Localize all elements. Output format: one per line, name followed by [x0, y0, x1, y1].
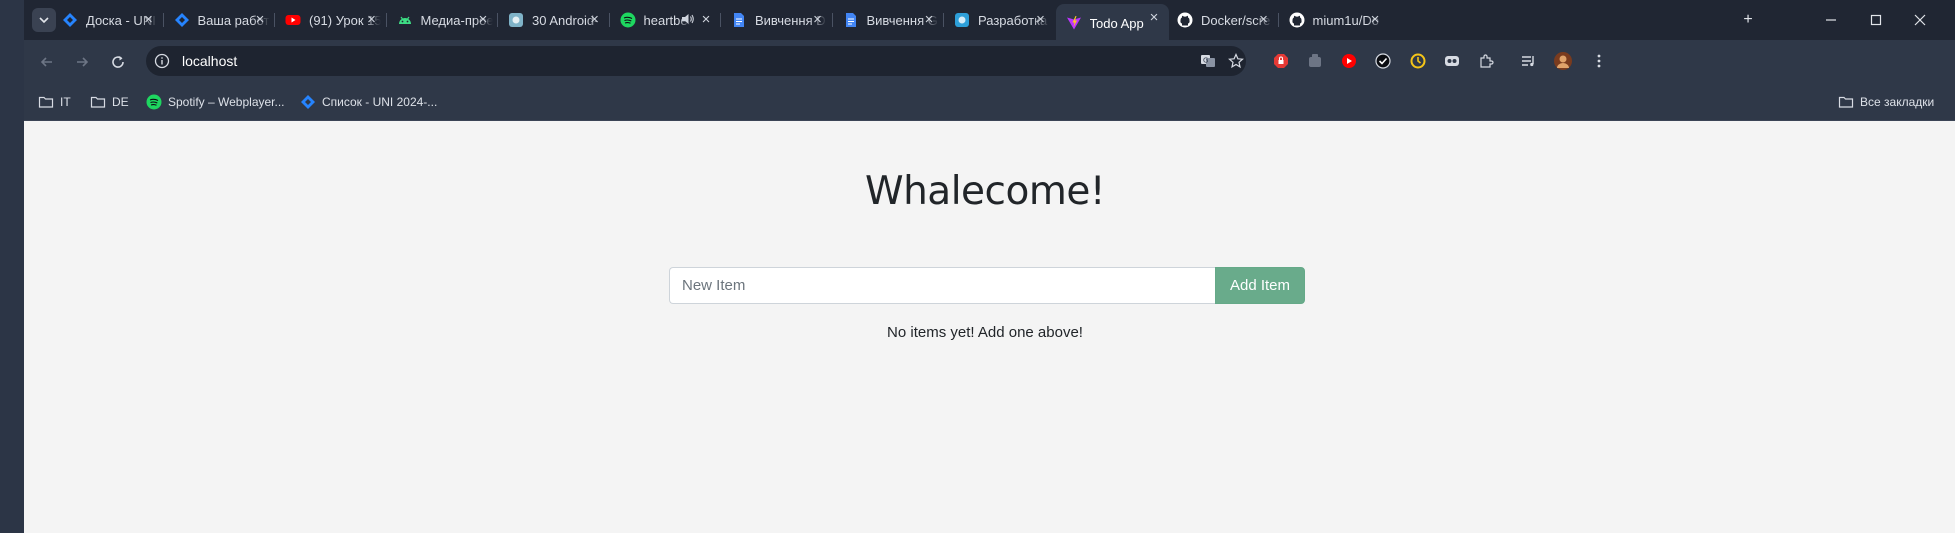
jira-icon	[174, 13, 189, 27]
browser-tab[interactable]: Вивчення G ×	[833, 6, 945, 34]
new-item-input[interactable]	[669, 267, 1215, 304]
timer-extension-icon[interactable]	[1409, 52, 1427, 70]
browser-toolbar: localhost G	[24, 40, 1955, 84]
minimize-button[interactable]	[1819, 8, 1843, 32]
chevron-down-icon	[39, 17, 49, 24]
vite-icon	[1066, 16, 1081, 30]
browser-tab[interactable]: mium1u/Do ×	[1279, 6, 1391, 34]
desktop-edge	[0, 0, 24, 533]
incognito-extension-icon[interactable]	[1443, 52, 1461, 70]
maximize-icon	[1870, 14, 1882, 26]
close-tab-icon[interactable]: ×	[588, 12, 602, 27]
browser-tab[interactable]: Вивчення D ×	[721, 6, 833, 34]
close-tab-icon[interactable]: ×	[1368, 12, 1382, 27]
close-tab-icon[interactable]: ×	[699, 12, 713, 27]
browser-tab[interactable]: Медиа-прое ×	[387, 6, 499, 34]
close-tab-icon[interactable]: ×	[476, 12, 490, 27]
jira-icon	[63, 13, 77, 27]
bookmark-jira-list[interactable]: Список - UNI 2024-...	[300, 92, 437, 112]
close-tab-icon[interactable]: ×	[142, 12, 156, 27]
bookmark-label: Spotify – Webplayer...	[168, 95, 285, 109]
forward-button[interactable]	[70, 50, 94, 74]
bookmark-spotify[interactable]: Spotify – Webplayer...	[146, 92, 285, 112]
close-tab-icon[interactable]: ×	[922, 12, 936, 27]
arrow-right-icon	[77, 57, 89, 67]
bookmark-folder-it[interactable]: IT	[38, 92, 71, 112]
browser-tab[interactable]: Доска - UNI ×	[52, 6, 164, 34]
page-content: Whalecome! Add Item No items yet! Add on…	[24, 121, 1955, 533]
jira-icon	[301, 95, 315, 109]
browser-tab[interactable]: Ваша работа ×	[164, 6, 276, 34]
browser-tab[interactable]: 30 Android- ×	[498, 6, 610, 34]
maximize-button[interactable]	[1864, 8, 1888, 32]
youtube-icon	[285, 15, 301, 25]
all-bookmarks-label: Все закладки	[1860, 95, 1935, 109]
check-circle-icon[interactable]	[1374, 52, 1392, 70]
folder-icon	[1838, 96, 1854, 108]
close-tab-icon[interactable]: ×	[1257, 12, 1271, 27]
docs-icon	[734, 13, 744, 27]
svg-text:G: G	[1203, 57, 1208, 65]
tab-strip: Доска - UNI × Ваша работа × (91) Урок 15 × Мед…	[24, 0, 1955, 40]
url-text: localhost	[182, 53, 238, 69]
bookmark-label: Список - UNI 2024-...	[322, 95, 438, 109]
site-icon	[509, 13, 523, 27]
browser-tab[interactable]: heartbeat×	[610, 6, 722, 34]
spotify-icon	[146, 94, 162, 110]
address-bar[interactable]: localhost G	[146, 46, 1246, 76]
browser-tab[interactable]: (91) Урок 15 ×	[275, 6, 387, 34]
media-controls-icon[interactable]	[1519, 52, 1537, 70]
close-tab-icon[interactable]: ×	[1147, 10, 1161, 25]
plus-icon: +	[1743, 11, 1753, 28]
site-icon	[955, 13, 969, 27]
close-tab-icon[interactable]: ×	[1034, 12, 1048, 27]
profile-avatar[interactable]	[1554, 52, 1572, 70]
site-info-icon[interactable]	[154, 53, 170, 69]
audio-playing-icon[interactable]	[681, 12, 695, 29]
back-button[interactable]	[35, 50, 59, 74]
extension-puzzle-gray-icon[interactable]	[1306, 52, 1324, 70]
new-tab-button[interactable]: +	[1736, 8, 1760, 32]
github-icon	[1289, 12, 1304, 28]
folder-icon	[90, 96, 106, 108]
android-icon	[398, 16, 411, 24]
adblock-extension-icon[interactable]	[1272, 52, 1290, 70]
star-icon[interactable]	[1228, 53, 1244, 69]
browser-window: Доска - UNI × Ваша работа × (91) Урок 15 × Мед…	[24, 0, 1955, 121]
all-bookmarks-button[interactable]: Все закладки	[1838, 92, 1934, 112]
docs-icon	[845, 13, 856, 27]
add-item-button[interactable]: Add Item	[1215, 267, 1305, 304]
arrow-left-icon	[40, 57, 52, 67]
extensions-puzzle-icon[interactable]	[1477, 52, 1495, 70]
minimize-icon	[1826, 19, 1836, 21]
screen: Доска - UNI × Ваша работа × (91) Урок 15 × Мед…	[0, 0, 1955, 533]
close-tab-icon[interactable]: ×	[811, 12, 825, 27]
bookmark-folder-de[interactable]: DE	[90, 92, 129, 112]
close-window-button[interactable]	[1908, 8, 1932, 32]
youtube-extension-icon[interactable]	[1340, 52, 1358, 70]
page-title: Whalecome!	[865, 169, 1105, 214]
close-icon	[1914, 14, 1926, 26]
reload-icon	[112, 56, 124, 68]
browser-tab[interactable]: Todo App ×	[1055, 4, 1169, 40]
close-tab-icon[interactable]: ×	[253, 12, 267, 27]
more-menu-icon[interactable]	[1590, 52, 1608, 70]
close-tab-icon[interactable]: ×	[365, 12, 379, 27]
bookmark-label: IT	[60, 95, 71, 109]
browser-tab[interactable]: Разработка ×	[944, 6, 1056, 34]
reload-button[interactable]	[106, 50, 130, 74]
spotify-icon	[620, 12, 635, 28]
bookmark-label: DE	[112, 95, 129, 109]
empty-state-message: No items yet! Add one above!	[887, 324, 1083, 341]
browser-tab[interactable]: Docker/scre ×	[1167, 6, 1279, 34]
translate-icon[interactable]: G	[1200, 53, 1216, 69]
github-icon	[1177, 12, 1193, 28]
folder-icon	[38, 96, 54, 108]
add-item-form: Add Item	[669, 267, 1305, 304]
bookmarks-bar: IT DE Spotify – Webplayer... Список - UN…	[24, 84, 1955, 121]
